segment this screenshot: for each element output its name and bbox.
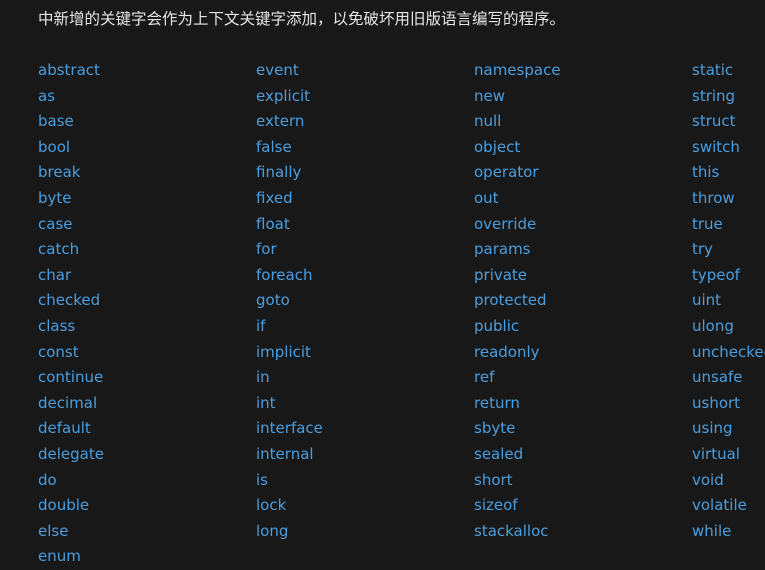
keyword-link[interactable]: short xyxy=(474,468,561,494)
keyword-link[interactable]: is xyxy=(256,468,323,494)
keyword-link[interactable]: interface xyxy=(256,416,323,442)
keyword-table: abstract as base bool break byte case catch char… xyxy=(0,58,765,567)
keyword-link[interactable]: using xyxy=(692,416,765,442)
keyword-link[interactable]: fixed xyxy=(256,186,323,212)
keyword-link[interactable]: abstract xyxy=(38,58,104,84)
keyword-link[interactable]: false xyxy=(256,135,323,161)
keyword-link[interactable]: ulong xyxy=(692,314,765,340)
keyword-link[interactable]: as xyxy=(38,84,104,110)
keyword-link[interactable]: return xyxy=(474,391,561,417)
keyword-link[interactable]: void xyxy=(692,468,765,494)
keyword-link[interactable]: foreach xyxy=(256,263,323,289)
keyword-link[interactable]: char xyxy=(38,263,104,289)
keyword-link[interactable]: lock xyxy=(256,493,323,519)
keyword-link[interactable]: internal xyxy=(256,442,323,468)
keyword-link[interactable]: unchecked xyxy=(692,340,765,366)
keyword-link[interactable]: stackalloc xyxy=(474,519,561,545)
keyword-link[interactable]: unsafe xyxy=(692,365,765,391)
keyword-link[interactable]: try xyxy=(692,237,765,263)
keyword-link[interactable]: break xyxy=(38,160,104,186)
keyword-link[interactable]: params xyxy=(474,237,561,263)
keyword-link[interactable]: public xyxy=(474,314,561,340)
keyword-link[interactable]: uint xyxy=(692,288,765,314)
keyword-link[interactable]: ushort xyxy=(692,391,765,417)
keyword-link[interactable]: explicit xyxy=(256,84,323,110)
keyword-link[interactable]: for xyxy=(256,237,323,263)
keyword-link[interactable]: in xyxy=(256,365,323,391)
keyword-link[interactable]: base xyxy=(38,109,104,135)
keyword-link[interactable]: int xyxy=(256,391,323,417)
keyword-link[interactable]: namespace xyxy=(474,58,561,84)
keyword-link[interactable]: this xyxy=(692,160,765,186)
keyword-link[interactable]: readonly xyxy=(474,340,561,366)
keyword-link[interactable]: sealed xyxy=(474,442,561,468)
keyword-column-1: abstract as base bool break byte case catch char… xyxy=(38,58,104,570)
keyword-link[interactable]: default xyxy=(38,416,104,442)
keyword-link[interactable]: static xyxy=(692,58,765,84)
keyword-link[interactable]: if xyxy=(256,314,323,340)
keyword-link[interactable]: switch xyxy=(692,135,765,161)
intro-paragraph: 中新增的关键字会作为上下文关键字添加，以免破坏用旧版语言编写的程序。 xyxy=(38,10,566,28)
keyword-link[interactable]: extern xyxy=(256,109,323,135)
keyword-column-4: static string struct switch this throw true try… xyxy=(692,58,765,544)
keyword-link[interactable]: long xyxy=(256,519,323,545)
keyword-link[interactable]: continue xyxy=(38,365,104,391)
keyword-link[interactable]: enum xyxy=(38,544,104,570)
keyword-link[interactable]: byte xyxy=(38,186,104,212)
keyword-link[interactable]: delegate xyxy=(38,442,104,468)
keyword-link[interactable]: const xyxy=(38,340,104,366)
keyword-link[interactable]: case xyxy=(38,212,104,238)
keyword-link[interactable]: finally xyxy=(256,160,323,186)
keyword-link[interactable]: object xyxy=(474,135,561,161)
keyword-link[interactable]: out xyxy=(474,186,561,212)
keyword-link[interactable]: null xyxy=(474,109,561,135)
keyword-link[interactable]: bool xyxy=(38,135,104,161)
keyword-link[interactable]: protected xyxy=(474,288,561,314)
keyword-link[interactable]: else xyxy=(38,519,104,545)
keyword-link[interactable]: true xyxy=(692,212,765,238)
keyword-link[interactable]: event xyxy=(256,58,323,84)
keyword-link[interactable]: checked xyxy=(38,288,104,314)
keyword-link[interactable]: typeof xyxy=(692,263,765,289)
keyword-link[interactable]: string xyxy=(692,84,765,110)
keyword-link[interactable]: class xyxy=(38,314,104,340)
keyword-link[interactable]: volatile xyxy=(692,493,765,519)
keyword-link[interactable]: throw xyxy=(692,186,765,212)
keyword-link[interactable]: decimal xyxy=(38,391,104,417)
keyword-link[interactable]: double xyxy=(38,493,104,519)
keyword-link[interactable]: struct xyxy=(692,109,765,135)
keyword-link[interactable]: float xyxy=(256,212,323,238)
keyword-column-3: namespace new null object operator out overrid… xyxy=(474,58,561,544)
keyword-link[interactable]: catch xyxy=(38,237,104,263)
keyword-column-2: event explicit extern false finally fixed floa… xyxy=(256,58,323,544)
keyword-link[interactable]: operator xyxy=(474,160,561,186)
keyword-link[interactable]: private xyxy=(474,263,561,289)
keyword-link[interactable]: implicit xyxy=(256,340,323,366)
keyword-link[interactable]: override xyxy=(474,212,561,238)
keyword-link[interactable]: new xyxy=(474,84,561,110)
keyword-link[interactable]: virtual xyxy=(692,442,765,468)
keyword-link[interactable]: sbyte xyxy=(474,416,561,442)
keyword-link[interactable]: sizeof xyxy=(474,493,561,519)
keyword-link[interactable]: do xyxy=(38,468,104,494)
keyword-link[interactable]: while xyxy=(692,519,765,545)
keyword-link[interactable]: goto xyxy=(256,288,323,314)
keyword-link[interactable]: ref xyxy=(474,365,561,391)
